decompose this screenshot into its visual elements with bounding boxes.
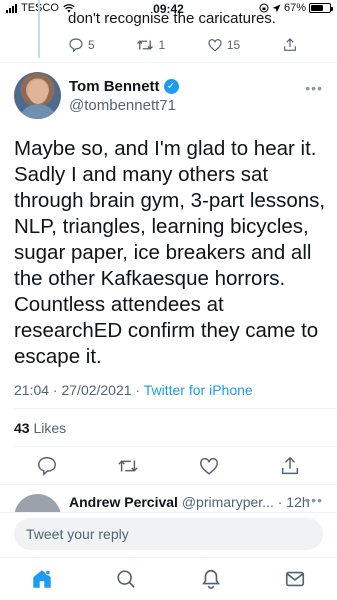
search-icon — [117, 570, 136, 588]
share-icon — [284, 38, 296, 51]
more-icon[interactable]: ••• — [305, 494, 323, 508]
previous-reply-count: 5 — [88, 38, 95, 52]
reply-author: Andrew Percival @primaryper... · 12h — [69, 494, 310, 510]
tweet-timestamp: 21:04 · 27/02/2021 · — [14, 382, 144, 398]
author-name-text: Tom Bennett — [69, 78, 160, 95]
tab-messages[interactable] — [284, 568, 306, 590]
reply-author-name: Andrew Percival — [69, 494, 178, 510]
tab-home[interactable] — [31, 568, 53, 590]
like-icon — [208, 39, 222, 52]
tweet-source-link[interactable]: Twitter for iPhone — [144, 382, 253, 398]
reply-bar — [0, 512, 337, 557]
like-button[interactable] — [198, 455, 220, 477]
reply-icon — [38, 457, 56, 476]
reply-button[interactable] — [36, 455, 58, 477]
divider — [0, 484, 337, 485]
divider — [14, 408, 337, 409]
previous-like-button[interactable]: 15 — [207, 37, 240, 53]
tweet-actions — [36, 452, 301, 480]
like-icon — [200, 457, 218, 475]
likes-label: Likes — [33, 420, 67, 436]
reply-avatar[interactable] — [14, 494, 61, 514]
previous-reply-button[interactable]: 5 — [68, 37, 95, 53]
previous-retweet-button[interactable]: 1 — [136, 37, 165, 53]
previous-share-button[interactable] — [282, 37, 298, 53]
divider — [14, 446, 337, 447]
share-button[interactable] — [279, 455, 301, 477]
reply-icon — [69, 38, 83, 53]
tweet-author: Tom Bennett ✓ @tombennett71 ••• — [14, 72, 323, 122]
likes-summary[interactable]: 43 Likes — [14, 420, 66, 436]
reply-input[interactable] — [14, 518, 323, 550]
share-icon — [281, 456, 299, 475]
verified-icon: ✓ — [163, 79, 179, 94]
retweet-icon — [118, 460, 138, 472]
tweet-text: Maybe so, and I'm glad to hear it. Sadly… — [14, 137, 326, 368]
tab-search[interactable] — [115, 568, 137, 590]
previous-tweet-actions: 5 1 15 — [68, 37, 298, 53]
home-icon — [33, 569, 51, 588]
retweet-icon — [137, 40, 154, 50]
retweet-button[interactable] — [117, 455, 139, 477]
tab-notifications[interactable] — [200, 568, 222, 590]
more-icon[interactable]: ••• — [305, 80, 323, 96]
likes-count: 43 — [14, 420, 30, 436]
battery-percent: 67% — [283, 2, 306, 14]
previous-like-count: 15 — [226, 38, 241, 52]
divider — [0, 62, 337, 63]
tweet-meta: 21:04 · 27/02/2021 · Twitter for iPhone — [14, 382, 253, 398]
notifications-icon — [201, 569, 220, 589]
reply-author-handle: @primaryper... — [181, 494, 274, 510]
avatar[interactable] — [14, 72, 61, 119]
messages-icon — [285, 571, 304, 587]
author-handle[interactable]: @tombennett71 — [69, 97, 176, 114]
tab-bar — [0, 557, 337, 600]
battery-icon — [309, 3, 333, 13]
previous-retweet-count: 1 — [158, 38, 166, 52]
previous-tweet-text: don't recognise the caricatures. — [68, 10, 276, 27]
reply-preview[interactable]: Andrew Percival @primaryper... · 12h ••• — [14, 494, 323, 514]
thread-line — [38, 0, 40, 58]
author-name[interactable]: Tom Bennett ✓ — [69, 78, 179, 95]
